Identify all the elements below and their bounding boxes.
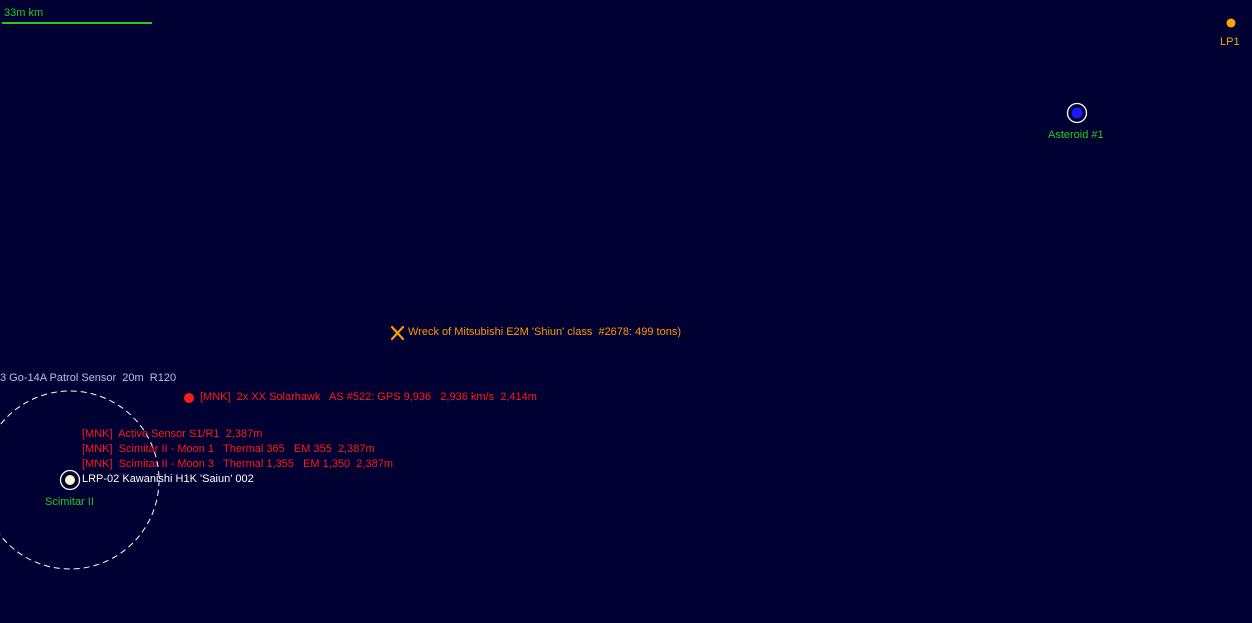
sensor-range-label: 3 Go-14A Patrol Sensor 20m R120 <box>0 372 177 384</box>
hostile-contact-label[interactable]: [MNK] 2x XX Solarhawk AS #522: GPS 9,936… <box>200 391 537 404</box>
detection-line[interactable]: [MNK] Scimitar II - Moon 3 Thermal 1,355… <box>82 458 393 471</box>
map-graphics <box>0 18 1236 570</box>
contact-dot-icon[interactable] <box>184 393 194 403</box>
scale-bar-label: 33m km <box>4 7 44 19</box>
friendly-fleet-label[interactable]: LRP-02 Kawanishi H1K 'Saiun' 002 <box>82 473 254 486</box>
wreck-label[interactable]: Wreck of Mitsubishi E2M 'Shiun' class #2… <box>408 326 681 339</box>
lagrange-point-label[interactable]: LP1 <box>1220 36 1240 49</box>
system-map[interactable]: 33m km LP1 Asteroid #1 Wreck of Mitsubis… <box>0 0 1252 623</box>
planet-label[interactable]: Scimitar II <box>45 496 94 509</box>
fleet-marker-icon[interactable] <box>65 475 75 485</box>
asteroid-label[interactable]: Asteroid #1 <box>1048 129 1104 142</box>
wreck-x-icon[interactable] <box>390 325 405 341</box>
detection-line[interactable]: [MNK] Active Sensor S1/R1 2,387m <box>82 428 262 441</box>
detection-line[interactable]: [MNK] Scimitar II - Moon 1 Thermal 365 E… <box>82 443 375 456</box>
asteroid-icon[interactable] <box>1071 107 1083 119</box>
lagrange-point-icon[interactable] <box>1226 18 1236 28</box>
